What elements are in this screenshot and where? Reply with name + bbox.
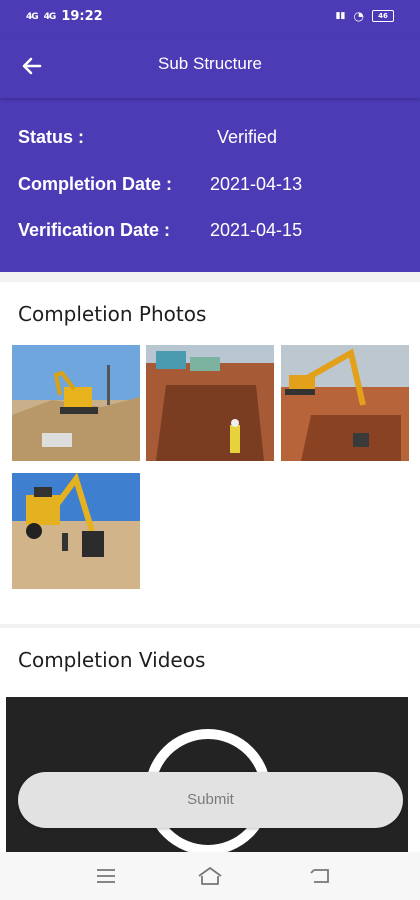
header: 4G 4G 19:22 ▮▮ ◔ 46 Sub Structure Status…: [0, 0, 420, 272]
back-nav-button[interactable]: [306, 864, 334, 888]
system-nav-bar: [0, 852, 420, 900]
home-icon: [198, 867, 222, 885]
status-label: Status :: [18, 127, 85, 147]
battery-icon: 46: [372, 10, 394, 22]
menu-icon: [97, 869, 115, 883]
completion-date-label: Completion Date :: [18, 174, 173, 194]
page-title: Sub Structure: [158, 54, 262, 73]
photo-thumbnail-2[interactable]: [146, 345, 274, 461]
photo-thumbnail-4[interactable]: [12, 473, 140, 589]
clock: 19:22: [61, 9, 103, 24]
status-bar: 4G 4G 19:22 ▮▮ ◔ 46: [0, 0, 420, 34]
return-icon: [310, 869, 329, 883]
photo-thumbnail-3[interactable]: [281, 345, 409, 461]
backhoe-photo-icon: [12, 473, 140, 589]
verification-date-label: Verification Date :: [18, 220, 171, 240]
videos-title: Completion Videos: [18, 648, 206, 672]
signal-icon-2: 4G: [43, 11, 57, 22]
volte-icon: ▮▮: [335, 11, 346, 21]
submit-button[interactable]: Submit: [18, 772, 403, 828]
photos-card: Completion Photos: [0, 282, 420, 624]
excavator-trench-photo-icon: [281, 345, 409, 461]
menu-nav-button[interactable]: [92, 864, 120, 888]
status-value: Verified: [217, 127, 278, 147]
verification-date-value: 2021-04-15: [210, 220, 303, 240]
trench-photo-icon: [146, 345, 274, 461]
photo-thumbnail-1[interactable]: [12, 345, 140, 461]
app-bar: Sub Structure: [0, 34, 420, 98]
excavator-photo-icon: [12, 345, 140, 461]
completion-date-value: 2021-04-13: [210, 174, 303, 194]
photos-title: Completion Photos: [18, 302, 207, 326]
wifi-icon: ◔: [353, 9, 364, 23]
home-nav-button[interactable]: [196, 864, 224, 888]
signal-icon: 4G: [26, 11, 39, 22]
